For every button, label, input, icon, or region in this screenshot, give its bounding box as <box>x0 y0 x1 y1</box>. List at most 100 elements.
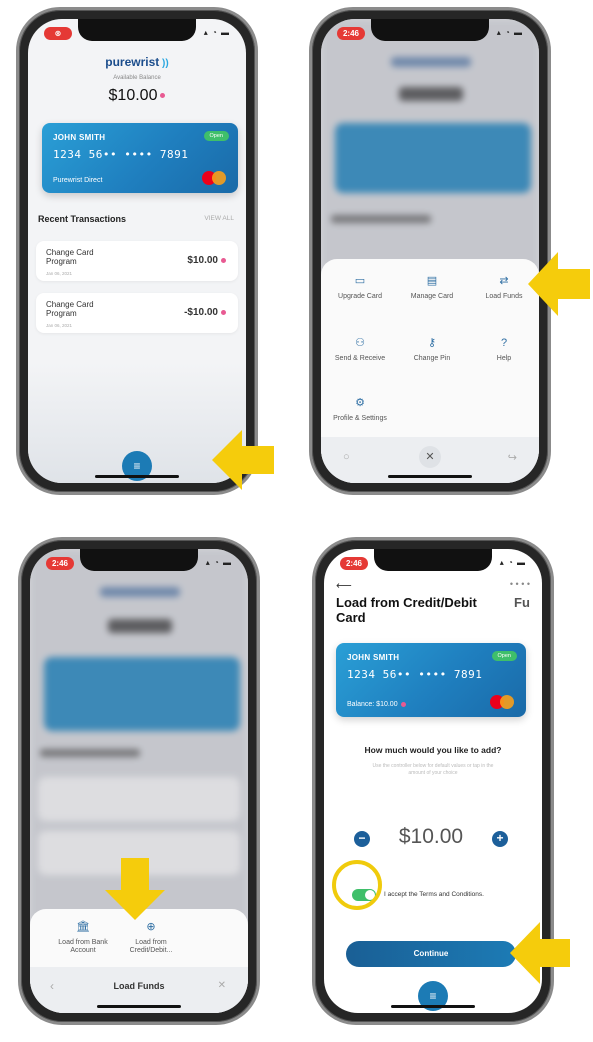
help-icon: ? <box>500 337 508 349</box>
close-icon[interactable]: ✕ <box>419 446 441 468</box>
amount-hint: Use the controller below for default val… <box>372 763 494 776</box>
coin-icon <box>400 701 406 707</box>
transaction-date: Jan 06, 2021 <box>46 271 73 276</box>
view-all-link[interactable]: VIEW ALL <box>204 215 234 222</box>
transaction-date: Jan 06, 2021 <box>46 323 73 328</box>
phone-home-screen: ⊗ ▴ ◔ ▬ purewrist )) Available Balance $… <box>16 7 258 495</box>
option-load-from-bank[interactable]: 🏛 Load from Bank Account <box>52 921 114 955</box>
notch <box>374 549 492 571</box>
transaction-title: Change Card Program <box>46 248 94 266</box>
transaction-row[interactable]: Change Card Program Jan 06, 2021 $10.00 <box>36 241 238 281</box>
amount-input[interactable]: $10.00 <box>380 825 482 851</box>
status-icons: ▴ ◔ ▬ <box>205 558 232 567</box>
card-balance: Balance: $10.00 <box>347 701 406 708</box>
gear-icon: ⚙ <box>355 397 365 409</box>
load-funds-sheet: 🏛 Load from Bank Account ⊕ Load from Credi… <box>30 909 248 1013</box>
pin-icon: ⚷ <box>427 337 437 349</box>
phone-load-funds-screen: 2:46 ▴ ◔ ▬ 🏛 Load from Bank Account ⊕ Load… <box>18 537 260 1025</box>
brand-name: purewrist <box>105 55 160 69</box>
card-holder: JOHN SMITH <box>53 133 106 142</box>
status-badge: ⊗ <box>44 27 72 40</box>
menu-screen: 2:46 ▴ ◔ ▬ ▭ Upgrade Card ▤ Manage Card ⇄ L… <box>321 19 539 483</box>
status-time: 2:46 <box>46 557 74 570</box>
brand-logo: purewrist )) <box>28 55 246 69</box>
home-indicator <box>95 475 179 478</box>
balance-value: $10.00 <box>108 87 158 104</box>
phone-menu-screen: 2:46 ▴ ◔ ▬ ▭ Upgrade Card ▤ Manage Card ⇄ L… <box>309 7 551 495</box>
menu-item-profile-settings[interactable]: ⚙ Profile & Settings <box>325 397 395 423</box>
card-holder: JOHN SMITH <box>347 653 400 662</box>
home-screen: ⊗ ▴ ◔ ▬ purewrist )) Available Balance $… <box>28 19 246 483</box>
transaction-title: Change Card Program <box>46 300 94 318</box>
menu-icon: ≡ <box>133 459 141 473</box>
mastercard-logo <box>490 695 516 709</box>
continue-label: Continue <box>413 949 449 958</box>
status-icons: ▴ ◔ ▬ <box>496 28 523 37</box>
transaction-row[interactable]: Change Card Program Jan 06, 2021 -$10.00 <box>36 293 238 333</box>
highlight-arrow-down <box>105 858 165 920</box>
menu-item-label: Load Funds <box>485 293 523 300</box>
home-indicator <box>391 1005 475 1008</box>
card-load-icon: ⊕ <box>146 921 156 933</box>
bank-icon: 🏛 <box>76 921 90 933</box>
people-icon: ⚇ <box>355 337 365 349</box>
highlight-circle <box>332 860 382 910</box>
menu-item-manage-card[interactable]: ▤ Manage Card <box>397 275 467 301</box>
highlight-arrow-left <box>212 430 274 490</box>
coin-icon <box>160 93 166 99</box>
notch <box>371 19 489 41</box>
menu-item-change-pin[interactable]: ⚷ Change Pin <box>397 337 467 363</box>
option-load-from-card[interactable]: ⊕ Load from Credit/Debit... <box>120 921 182 955</box>
back-arrow-icon[interactable]: ⟵ <box>336 579 352 592</box>
status-time: 2:46 <box>337 27 365 40</box>
highlight-arrow-left <box>510 922 570 984</box>
option-label: Load from Bank Account <box>58 939 108 954</box>
terms-text: I accept the Terms and Conditions. <box>384 891 484 898</box>
amount-value: $10.00 <box>398 825 464 848</box>
mastercard-logo <box>202 171 228 185</box>
transaction-amount: $10.00 <box>187 255 226 266</box>
more-icon[interactable]: • • • • <box>510 579 530 589</box>
page-title: Load from Credit/Debit Card <box>336 595 477 625</box>
decrease-button[interactable]: − <box>354 831 370 847</box>
recent-transactions-title: Recent Transactions <box>38 214 127 224</box>
payment-card[interactable]: JOHN SMITH 1234 56•• •••• 7891 Purewrist… <box>42 123 238 193</box>
coin-icon <box>221 257 226 263</box>
close-icon[interactable]: ✕ <box>218 980 226 991</box>
card-program: Purewrist Direct <box>53 177 103 184</box>
ring-icon[interactable]: ○ <box>343 451 350 463</box>
balance-label: Available Balance <box>113 75 161 81</box>
status-time: 2:46 <box>340 557 368 570</box>
brand-waves-icon: )) <box>159 58 169 69</box>
sheet-title: Load Funds <box>113 981 165 991</box>
continue-button[interactable]: Continue <box>346 941 516 967</box>
coin-icon <box>221 309 226 315</box>
card-number: 1234 56•• •••• 7891 <box>53 148 189 161</box>
menu-item-help[interactable]: ? Help <box>469 337 539 363</box>
menu-item-label: Profile & Settings <box>333 415 387 422</box>
card-number: 1234 56•• •••• 7891 <box>347 668 483 681</box>
logout-icon[interactable]: ↪ <box>508 451 517 464</box>
menu-item-send-receive[interactable]: ⚇ Send & Receive <box>325 337 395 363</box>
card-status-badge: Open <box>203 131 229 141</box>
card-upgrade-icon: ▭ <box>354 275 366 287</box>
menu-icon: ≡ <box>429 989 437 1003</box>
home-indicator <box>388 475 472 478</box>
card-manage-icon: ▤ <box>426 275 438 287</box>
increase-button[interactable]: + <box>492 831 508 847</box>
transaction-amount: -$10.00 <box>184 307 226 318</box>
option-label: Load from Credit/Debit... <box>129 939 173 954</box>
next-page-peek: Fu <box>514 595 530 610</box>
payment-card[interactable]: JOHN SMITH 1234 56•• •••• 7891 Balance: … <box>336 643 526 717</box>
status-icons: ▴ ◔ ▬ <box>203 28 230 37</box>
menu-item-label: Manage Card <box>410 293 454 300</box>
notch <box>78 19 196 41</box>
load-funds-screen: 2:46 ▴ ◔ ▬ 🏛 Load from Bank Account ⊕ Load… <box>30 549 248 1013</box>
balance-amount: $10.00 <box>28 87 246 105</box>
menu-item-label: Send & Receive <box>334 355 386 362</box>
highlight-arrow-left <box>528 252 590 316</box>
home-indicator <box>97 1005 181 1008</box>
status-icons: ▴ ◔ ▬ <box>499 558 526 567</box>
menu-item-label: Change Pin <box>413 355 451 362</box>
menu-item-upgrade-card[interactable]: ▭ Upgrade Card <box>325 275 395 301</box>
